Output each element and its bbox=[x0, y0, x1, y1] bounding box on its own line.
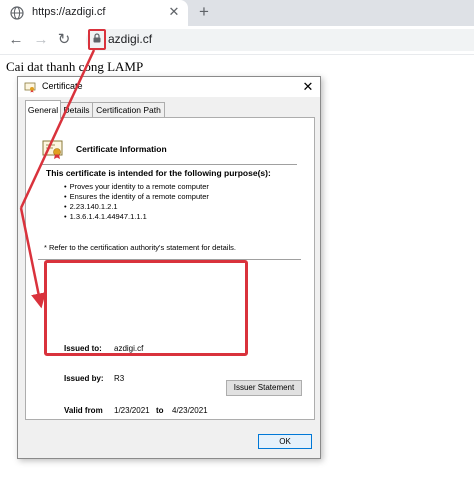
browser-toolbar: ← → ↻ bbox=[0, 26, 474, 55]
tab-general[interactable]: General bbox=[25, 100, 61, 119]
new-tab-button[interactable]: + bbox=[194, 2, 214, 22]
forward-button[interactable]: → bbox=[32, 31, 50, 49]
certificate-info-title: Certificate Information bbox=[76, 144, 167, 154]
back-button[interactable]: ← bbox=[7, 31, 25, 49]
refer-note: * Refer to the certification authority's… bbox=[44, 243, 236, 252]
dialog-title: Certificate bbox=[42, 81, 83, 91]
purpose-list: Proves your identity to a remote compute… bbox=[64, 182, 209, 222]
list-item: 1.3.6.1.4.1.44947.1.1.1 bbox=[64, 212, 209, 222]
browser-tab[interactable]: https://azdigi.cf ✕ bbox=[0, 0, 188, 26]
valid-row: Valid from 1/23/2021 to 4/23/2021 bbox=[64, 406, 208, 415]
tab-certification-path[interactable]: Certification Path bbox=[92, 102, 165, 118]
dialog-titlebar: Certificate ✕ bbox=[18, 77, 320, 97]
dialog-close-button[interactable]: ✕ bbox=[301, 79, 315, 95]
list-item: Ensures the identity of a remote compute… bbox=[64, 192, 209, 202]
globe-icon bbox=[10, 6, 24, 20]
tab-title: https://azdigi.cf bbox=[32, 6, 106, 18]
valid-to-label: to bbox=[156, 406, 164, 415]
lock-icon[interactable] bbox=[92, 33, 102, 43]
certificate-icon bbox=[42, 140, 63, 159]
issued-info-highlight-box bbox=[44, 260, 248, 356]
tab-details[interactable]: Details bbox=[60, 102, 93, 118]
valid-from-label: Valid from bbox=[64, 406, 103, 415]
divider bbox=[40, 164, 297, 165]
tab-close-button[interactable]: ✕ bbox=[166, 4, 182, 20]
certificate-icon bbox=[24, 82, 36, 93]
page-heading: Cai dat thanh cong LAMP bbox=[6, 59, 144, 74]
issued-by-value: R3 bbox=[114, 374, 125, 383]
valid-from-value: 1/23/2021 bbox=[114, 406, 150, 415]
url-text[interactable]: azdigi.cf bbox=[108, 32, 152, 46]
issued-by-row: Issued by: R3 bbox=[64, 374, 124, 383]
list-item: Proves your identity to a remote compute… bbox=[64, 182, 209, 192]
purpose-title: This certificate is intended for the fol… bbox=[46, 168, 271, 178]
issued-by-label: Issued by: bbox=[64, 374, 104, 383]
ok-button[interactable]: OK bbox=[258, 434, 312, 449]
tab-strip: https://azdigi.cf ✕ + bbox=[0, 0, 474, 26]
valid-to-value: 4/23/2021 bbox=[172, 406, 208, 415]
list-item: 2.23.140.1.2.1 bbox=[64, 202, 209, 212]
issuer-statement-button[interactable]: Issuer Statement bbox=[226, 380, 302, 396]
reload-button[interactable]: ↻ bbox=[55, 31, 73, 49]
